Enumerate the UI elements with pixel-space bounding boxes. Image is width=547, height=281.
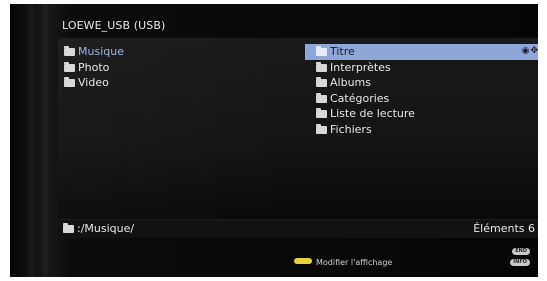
change-view-label: Modifier l'affichage [316, 258, 393, 267]
category-item-label: Liste de lecture [330, 107, 415, 121]
source-item-photo[interactable]: Photo [64, 60, 124, 76]
current-path: :/Musique/ [63, 222, 134, 235]
source-list: Musique Photo Video [64, 44, 124, 91]
folder-icon [316, 108, 327, 119]
category-item-categories[interactable]: Catégories [305, 91, 538, 107]
background-stripe [28, 4, 34, 277]
category-item-titre[interactable]: Titre ◉✥ [305, 44, 538, 60]
source-item-musique[interactable]: Musique [64, 44, 124, 60]
category-item-label: Fichiers [330, 122, 372, 136]
category-list: Titre ◉✥ Interprètes Albums Catégories L… [305, 44, 538, 138]
category-item-albums[interactable]: Albums [305, 75, 538, 91]
source-item-video[interactable]: Video [64, 75, 124, 91]
folder-icon [63, 223, 74, 233]
category-item-label: Titre [330, 45, 355, 58]
folder-icon [316, 77, 327, 88]
folder-icon [316, 61, 327, 72]
source-item-label: Photo [78, 60, 110, 74]
folder-icon [316, 92, 327, 103]
screen: LOEWE_USB (USB) Musique Photo Video Titr… [0, 0, 547, 281]
folder-icon [64, 77, 75, 88]
status-bar: :/Musique/ Éléments 6 [58, 219, 538, 238]
navigation-arrows-icon: ✥ [530, 46, 538, 56]
category-item-label: Catégories [330, 91, 390, 105]
source-item-label: Video [78, 76, 109, 90]
media-browser-window: LOEWE_USB (USB) Musique Photo Video Titr… [10, 4, 538, 277]
category-item-label: Albums [330, 76, 371, 90]
window-title: LOEWE_USB (USB) [62, 19, 166, 32]
source-item-label: Musique [78, 45, 124, 58]
end-key-icon[interactable]: END [512, 248, 530, 255]
category-item-liste-de-lecture[interactable]: Liste de lecture [305, 106, 538, 122]
folder-icon [64, 61, 75, 72]
background-stripe [42, 4, 48, 277]
item-count: Éléments 6 [473, 222, 535, 235]
selection-controls: ◉✥ [522, 44, 538, 60]
category-item-interpretes[interactable]: Interprètes [305, 60, 538, 76]
yellow-key-icon [294, 258, 312, 264]
change-view-hint[interactable]: Modifier l'affichage [294, 258, 392, 267]
path-label: :/Musique/ [77, 222, 135, 235]
folder-icon [316, 46, 327, 56]
folder-icon [316, 123, 327, 134]
category-item-label: Interprètes [330, 60, 391, 74]
category-item-fichiers[interactable]: Fichiers [305, 122, 538, 138]
info-key-icon[interactable]: INFO [510, 259, 530, 266]
folder-icon [64, 46, 75, 56]
